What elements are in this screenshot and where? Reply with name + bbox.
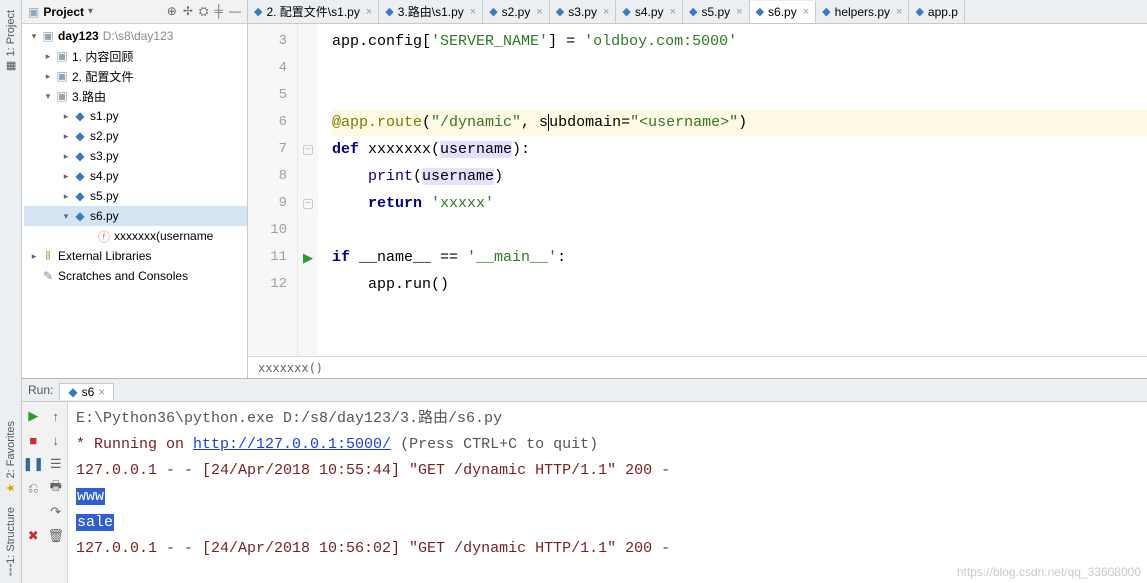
console-command: E:\Python36\python.exe D:/s8/day123/3.路由… — [76, 406, 1139, 432]
editor-tab[interactable]: ◆s2.py× — [483, 0, 550, 23]
tree-file[interactable]: ▸◆s1.py — [24, 106, 247, 126]
folder-icon: ▣ — [28, 5, 39, 19]
close-icon[interactable]: × — [734, 6, 742, 18]
down-stack-button[interactable]: ↓ — [45, 428, 68, 452]
run-panel: Run: ◆ s6 × ▶ ↑ ■ ↓ ❚❚ ☰ ⎌ 🖶 ↷ ✖ 🗑 — [22, 378, 1147, 583]
tree-external-libraries[interactable]: ▸⫴External Libraries — [24, 246, 247, 266]
breadcrumb[interactable]: xxxxxxx() — [248, 356, 1147, 378]
watermark: https://blog.csdn.net/qq_33608000 — [957, 565, 1141, 579]
scroll-from-source-icon[interactable]: ✢ — [183, 4, 193, 19]
console-log: 127.0.0.1 - - [24/Apr/2018 10:55:44] "GE… — [76, 458, 1139, 484]
minimize-icon[interactable]: — — [229, 4, 241, 19]
tree-file[interactable]: ▸◆s5.py — [24, 186, 247, 206]
tree-file[interactable]: ▸◆s3.py — [24, 146, 247, 166]
pause-button[interactable]: ❚❚ — [22, 452, 45, 476]
python-icon: ◆ — [556, 5, 564, 18]
console-link[interactable]: http://127.0.0.1:5000/ — [193, 436, 391, 453]
python-icon: ◆ — [489, 5, 497, 18]
tree-file-selected[interactable]: ▾◆s6.py — [24, 206, 247, 226]
console-log: 127.0.0.1 - - [24/Apr/2018 10:56:02] "GE… — [76, 536, 1139, 562]
editor-tabs: ◆2. 配置文件\s1.py× ◆3.路由\s1.py× ◆s2.py× ◆s3… — [248, 0, 1147, 24]
trash-button[interactable]: 🗑 — [45, 524, 68, 548]
editor-area: ◆2. 配置文件\s1.py× ◆3.路由\s1.py× ◆s2.py× ◆s3… — [248, 0, 1147, 378]
project-panel-header: ▣ Project ▾ ⊕ ✢ ⛭ ╪ — — [22, 0, 247, 24]
tree-folder[interactable]: ▸▣2. 配置文件 — [24, 66, 247, 86]
export-button[interactable]: ↷ — [45, 500, 68, 524]
python-icon: ◆ — [915, 5, 923, 18]
left-tool-strip: ▦1: Project ★2: Favorites ┇1: Structure — [0, 0, 22, 583]
python-icon: ◆ — [622, 5, 630, 18]
soft-wrap-button[interactable]: ☰ — [45, 452, 68, 476]
python-icon: ◆ — [68, 385, 77, 399]
close-icon[interactable]: × — [468, 6, 476, 18]
editor-tab-active[interactable]: ◆s6.py× — [750, 1, 817, 24]
settings-icon[interactable]: ⛭ — [199, 4, 209, 19]
code-editor[interactable]: app.config['SERVER_NAME'] = 'oldboy.com:… — [318, 24, 1147, 356]
python-icon: ◆ — [385, 5, 393, 18]
python-icon: ◆ — [254, 5, 262, 18]
console-output: sale — [76, 510, 1139, 536]
close-run-button[interactable]: ✖ — [22, 524, 45, 548]
close-icon[interactable]: × — [894, 6, 902, 18]
print-button[interactable]: 🖶 — [45, 476, 68, 500]
project-panel: ▣ Project ▾ ⊕ ✢ ⛭ ╪ — ▾▣ day123 D:\s8\da… — [22, 0, 248, 378]
collapse-all-icon[interactable]: ⊕ — [167, 4, 177, 19]
editor-tab[interactable]: ◆app.p — [909, 0, 965, 23]
python-icon: ◆ — [756, 5, 764, 18]
stop-button[interactable]: ■ — [22, 428, 45, 452]
run-toolbar: ▶ ↑ ■ ↓ ❚❚ ☰ ⎌ 🖶 ↷ ✖ 🗑 — [22, 402, 68, 583]
project-tool-tab[interactable]: ▦1: Project — [2, 4, 19, 78]
editor-tab[interactable]: ◆s4.py× — [616, 0, 683, 23]
tree-file[interactable]: ▸◆s4.py — [24, 166, 247, 186]
tree-folder[interactable]: ▾▣3.路由 — [24, 86, 247, 106]
close-icon[interactable]: × — [668, 6, 676, 18]
run-config-tab[interactable]: ◆ s6 × — [59, 383, 114, 400]
close-icon[interactable]: × — [364, 6, 372, 18]
run-gutter: − − ▶ — [298, 24, 318, 356]
editor-tab[interactable]: ◆3.路由\s1.py× — [379, 0, 483, 23]
editor-body[interactable]: 3456789101112 − − ▶ app.config['SERVER_N… — [248, 24, 1147, 356]
up-stack-button[interactable]: ↑ — [45, 404, 68, 428]
editor-tab[interactable]: ◆helpers.py× — [816, 0, 909, 23]
tree-file[interactable]: ▸◆s2.py — [24, 126, 247, 146]
run-line-icon[interactable]: ▶ — [303, 250, 313, 266]
rerun-button[interactable]: ▶ — [22, 404, 45, 428]
python-icon: ◆ — [689, 5, 697, 18]
tree-folder[interactable]: ▸▣1. 内容回顾 — [24, 46, 247, 66]
tree-root[interactable]: ▾▣ day123 D:\s8\day123 — [24, 26, 247, 46]
editor-tab[interactable]: ◆2. 配置文件\s1.py× — [248, 0, 379, 23]
structure-tool-tab[interactable]: ┇1: Structure — [2, 501, 19, 579]
dropdown-icon[interactable]: ▾ — [88, 6, 93, 17]
scroll-to-end-button[interactable]: ⎌ — [22, 476, 45, 500]
close-icon[interactable]: × — [534, 6, 542, 18]
fold-icon[interactable]: − — [303, 145, 313, 155]
project-tree[interactable]: ▾▣ day123 D:\s8\day123 ▸▣1. 内容回顾 ▸▣2. 配置… — [22, 24, 247, 378]
close-icon[interactable]: × — [98, 385, 105, 399]
editor-tab[interactable]: ◆s5.py× — [683, 0, 750, 23]
run-console[interactable]: E:\Python36\python.exe D:/s8/day123/3.路由… — [68, 402, 1147, 583]
console-line: * Running on — [76, 436, 193, 453]
python-icon: ◆ — [822, 5, 830, 18]
line-number-gutter: 3456789101112 — [248, 24, 298, 356]
project-panel-title: Project — [43, 5, 84, 19]
console-output: www — [76, 484, 1139, 510]
hide-panel-icon[interactable]: ╪ — [214, 4, 223, 19]
tree-function[interactable]: ⓕxxxxxxx(username — [24, 226, 247, 246]
close-icon[interactable]: × — [801, 6, 809, 18]
editor-tab[interactable]: ◆s3.py× — [550, 0, 617, 23]
run-panel-title: Run: — [28, 383, 53, 397]
tree-scratches[interactable]: ✎Scratches and Consoles — [24, 266, 247, 286]
favorites-tool-tab[interactable]: ★2: Favorites — [2, 415, 19, 500]
close-icon[interactable]: × — [601, 6, 609, 18]
fold-icon[interactable]: − — [303, 199, 313, 209]
